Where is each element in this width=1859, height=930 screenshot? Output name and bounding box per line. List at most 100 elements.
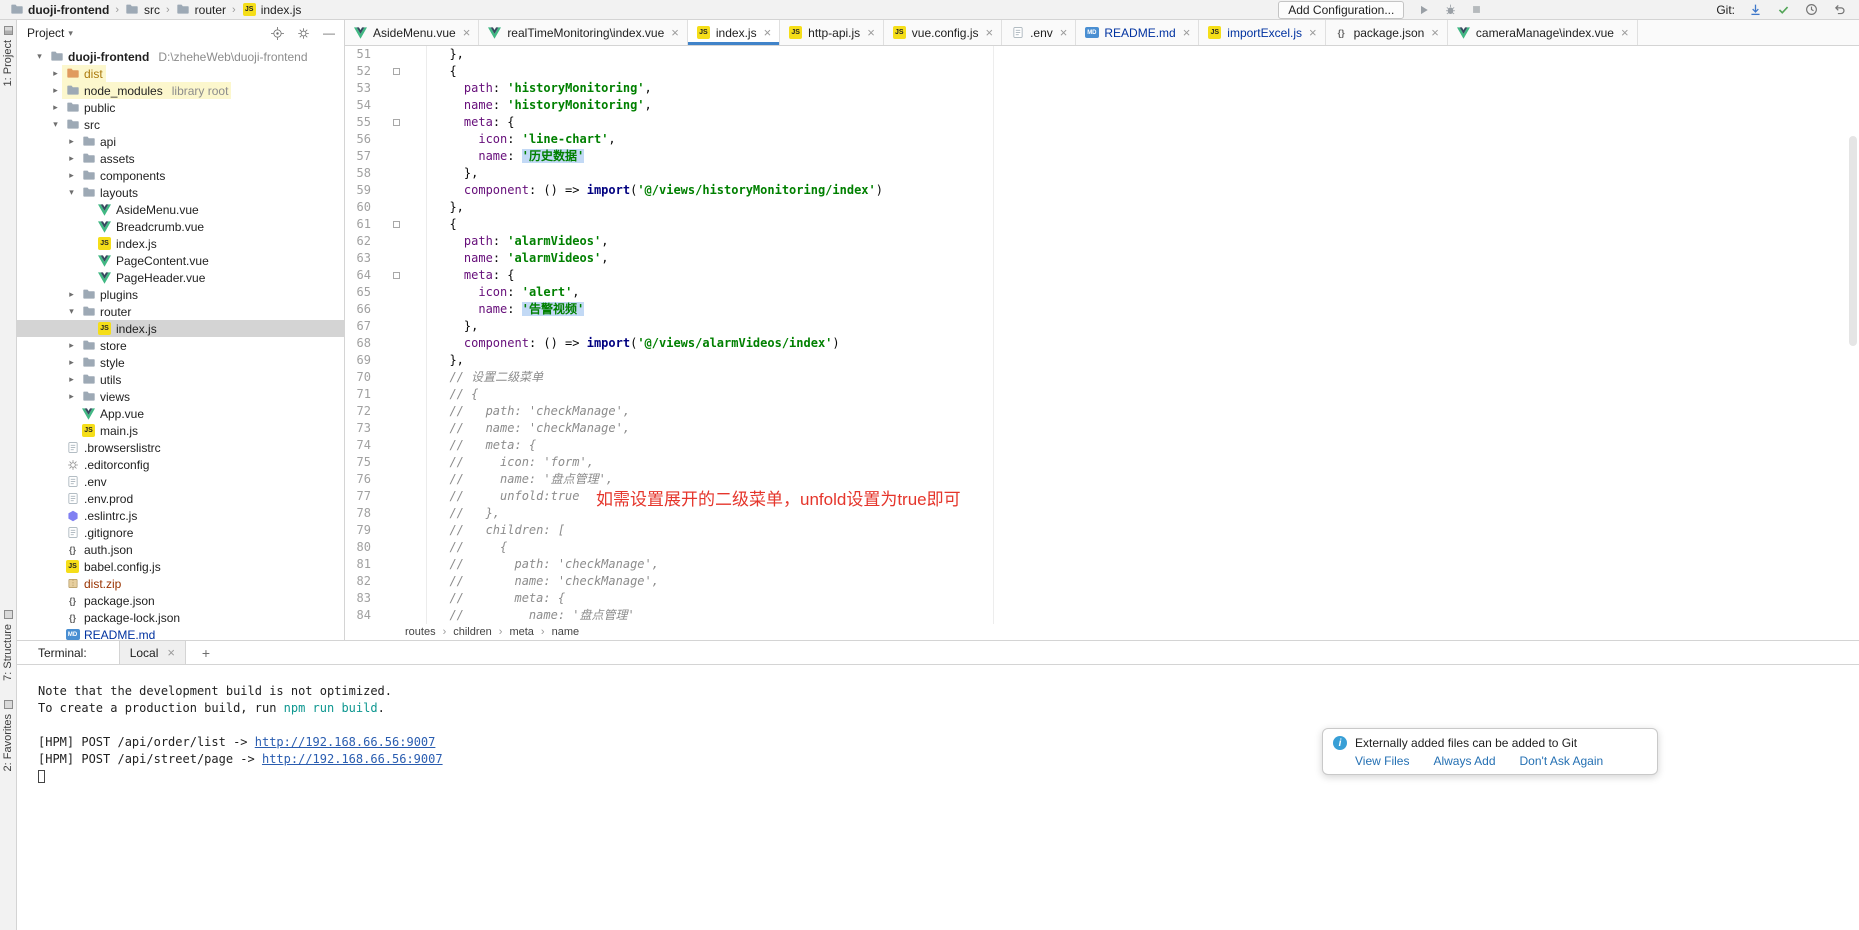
stripe-project-button[interactable]: 1: Project <box>0 26 16 86</box>
always-add-link[interactable]: Always Add <box>1433 754 1495 768</box>
gutter[interactable] <box>375 80 427 97</box>
tree-item[interactable]: MDREADME.md <box>17 626 344 640</box>
terminal-link[interactable]: http://192.168.66.56:9007 <box>262 752 443 766</box>
close-icon[interactable]: × <box>985 25 993 40</box>
gutter[interactable] <box>375 318 427 335</box>
editor-tab[interactable]: JSvue.config.js× <box>884 20 1002 45</box>
gutter[interactable] <box>375 403 427 420</box>
tree-item[interactable]: ▸style <box>17 354 344 371</box>
tree-item[interactable]: ▸public <box>17 99 344 116</box>
breadcrumb-item[interactable]: router <box>173 2 229 17</box>
breadcrumb-item[interactable]: duoji-frontend <box>6 2 112 17</box>
tree-item[interactable]: ▸store <box>17 337 344 354</box>
close-icon[interactable]: × <box>867 25 875 40</box>
gutter[interactable] <box>375 114 427 131</box>
add-configuration-button[interactable]: Add Configuration... <box>1278 1 1404 19</box>
editor-scrollbar[interactable] <box>1849 136 1857 346</box>
editor-tab[interactable]: AsideMenu.vue× <box>345 20 479 45</box>
close-icon[interactable]: × <box>1183 25 1191 40</box>
chevron-right-icon[interactable]: ▸ <box>49 102 62 113</box>
gutter[interactable] <box>375 590 427 607</box>
gutter[interactable] <box>375 97 427 114</box>
panel-title[interactable]: Project <box>27 26 64 40</box>
chevron-down-icon[interactable]: ▾ <box>65 187 78 198</box>
tree-item[interactable]: ▾router <box>17 303 344 320</box>
stripe-structure-button[interactable]: 7: Structure <box>0 610 16 681</box>
gutter[interactable] <box>375 471 427 488</box>
tree-item[interactable]: .editorconfig <box>17 456 344 473</box>
gutter[interactable] <box>375 386 427 403</box>
chevron-right-icon[interactable]: ▸ <box>65 136 78 147</box>
tree-item[interactable]: {}package.json <box>17 592 344 609</box>
tree-item[interactable]: AsideMenu.vue <box>17 201 344 218</box>
hide-icon[interactable]: — <box>322 26 336 40</box>
gutter[interactable] <box>375 165 427 182</box>
tree-item[interactable]: .env <box>17 473 344 490</box>
tree-item[interactable]: .env.prod <box>17 490 344 507</box>
run-icon[interactable] <box>1414 1 1434 19</box>
gutter[interactable] <box>375 420 427 437</box>
tree-item[interactable]: JSmain.js <box>17 422 344 439</box>
gutter[interactable] <box>375 233 427 250</box>
gutter[interactable] <box>375 352 427 369</box>
gutter[interactable] <box>375 250 427 267</box>
breadcrumb-item[interactable]: children <box>453 626 492 638</box>
gutter[interactable] <box>375 131 427 148</box>
tree-item[interactable]: {}package-lock.json <box>17 609 344 626</box>
close-icon[interactable]: × <box>463 25 471 40</box>
tree-item[interactable]: dist.zip <box>17 575 344 592</box>
breadcrumb-item[interactable]: routes <box>405 626 436 638</box>
locate-icon[interactable] <box>270 26 284 40</box>
tree-item[interactable]: {}auth.json <box>17 541 344 558</box>
breadcrumb-item[interactable]: meta <box>509 626 533 638</box>
chevron-right-icon[interactable]: ▸ <box>49 85 62 96</box>
gutter[interactable] <box>375 369 427 386</box>
gutter[interactable] <box>375 46 427 63</box>
close-icon[interactable]: × <box>1431 25 1439 40</box>
gutter[interactable] <box>375 437 427 454</box>
breadcrumb-item[interactable]: src <box>122 2 163 17</box>
git-update-icon[interactable] <box>1745 1 1765 19</box>
tree-item[interactable]: .gitignore <box>17 524 344 541</box>
gutter[interactable] <box>375 63 427 80</box>
tree-item[interactable]: ▸dist <box>17 65 344 82</box>
editor-tab[interactable]: .env× <box>1002 20 1076 45</box>
debug-icon[interactable] <box>1440 1 1460 19</box>
tree-item[interactable]: JSindex.js <box>17 235 344 252</box>
code-editor[interactable]: 51 },52 {53 path: 'historyMonitoring',54… <box>345 46 1859 624</box>
editor-tab[interactable]: realTimeMonitoring\index.vue× <box>479 20 688 45</box>
editor-tab[interactable]: MDREADME.md× <box>1076 20 1199 45</box>
tree-item[interactable]: ▸node_moduleslibrary root <box>17 82 344 99</box>
tree-item[interactable]: JSbabel.config.js <box>17 558 344 575</box>
editor-tab[interactable]: cameraManage\index.vue× <box>1448 20 1638 45</box>
git-rollback-icon[interactable] <box>1829 1 1849 19</box>
gutter[interactable] <box>375 505 427 522</box>
stripe-favorites-button[interactable]: 2: Favorites <box>0 700 16 771</box>
chevron-right-icon[interactable]: ▸ <box>65 153 78 164</box>
tree-item[interactable]: ▸components <box>17 167 344 184</box>
gutter[interactable] <box>375 182 427 199</box>
chevron-right-icon[interactable]: ▸ <box>65 170 78 181</box>
gutter[interactable] <box>375 522 427 539</box>
close-icon[interactable]: × <box>1309 25 1317 40</box>
close-icon[interactable]: × <box>764 25 772 40</box>
gutter[interactable] <box>375 556 427 573</box>
close-icon[interactable]: × <box>671 25 679 40</box>
gutter[interactable] <box>375 335 427 352</box>
tree-item[interactable]: ▸views <box>17 388 344 405</box>
gutter[interactable] <box>375 267 427 284</box>
gutter[interactable] <box>375 216 427 233</box>
chevron-right-icon[interactable]: ▸ <box>49 68 62 79</box>
tree-item[interactable]: .eslintrc.js <box>17 507 344 524</box>
gutter[interactable] <box>375 539 427 556</box>
close-icon[interactable]: × <box>1621 25 1629 40</box>
tree-item[interactable]: App.vue <box>17 405 344 422</box>
chevron-down-icon[interactable]: ▾ <box>68 28 73 39</box>
editor-tab[interactable]: JSindex.js× <box>688 20 780 45</box>
tree-item[interactable]: .browserslistrc <box>17 439 344 456</box>
chevron-down-icon[interactable]: ▾ <box>49 119 62 130</box>
don-t-ask-again-link[interactable]: Don't Ask Again <box>1520 754 1604 768</box>
tree-item[interactable]: ▸api <box>17 133 344 150</box>
chevron-right-icon[interactable]: ▸ <box>65 391 78 402</box>
close-icon[interactable]: × <box>1060 25 1068 40</box>
